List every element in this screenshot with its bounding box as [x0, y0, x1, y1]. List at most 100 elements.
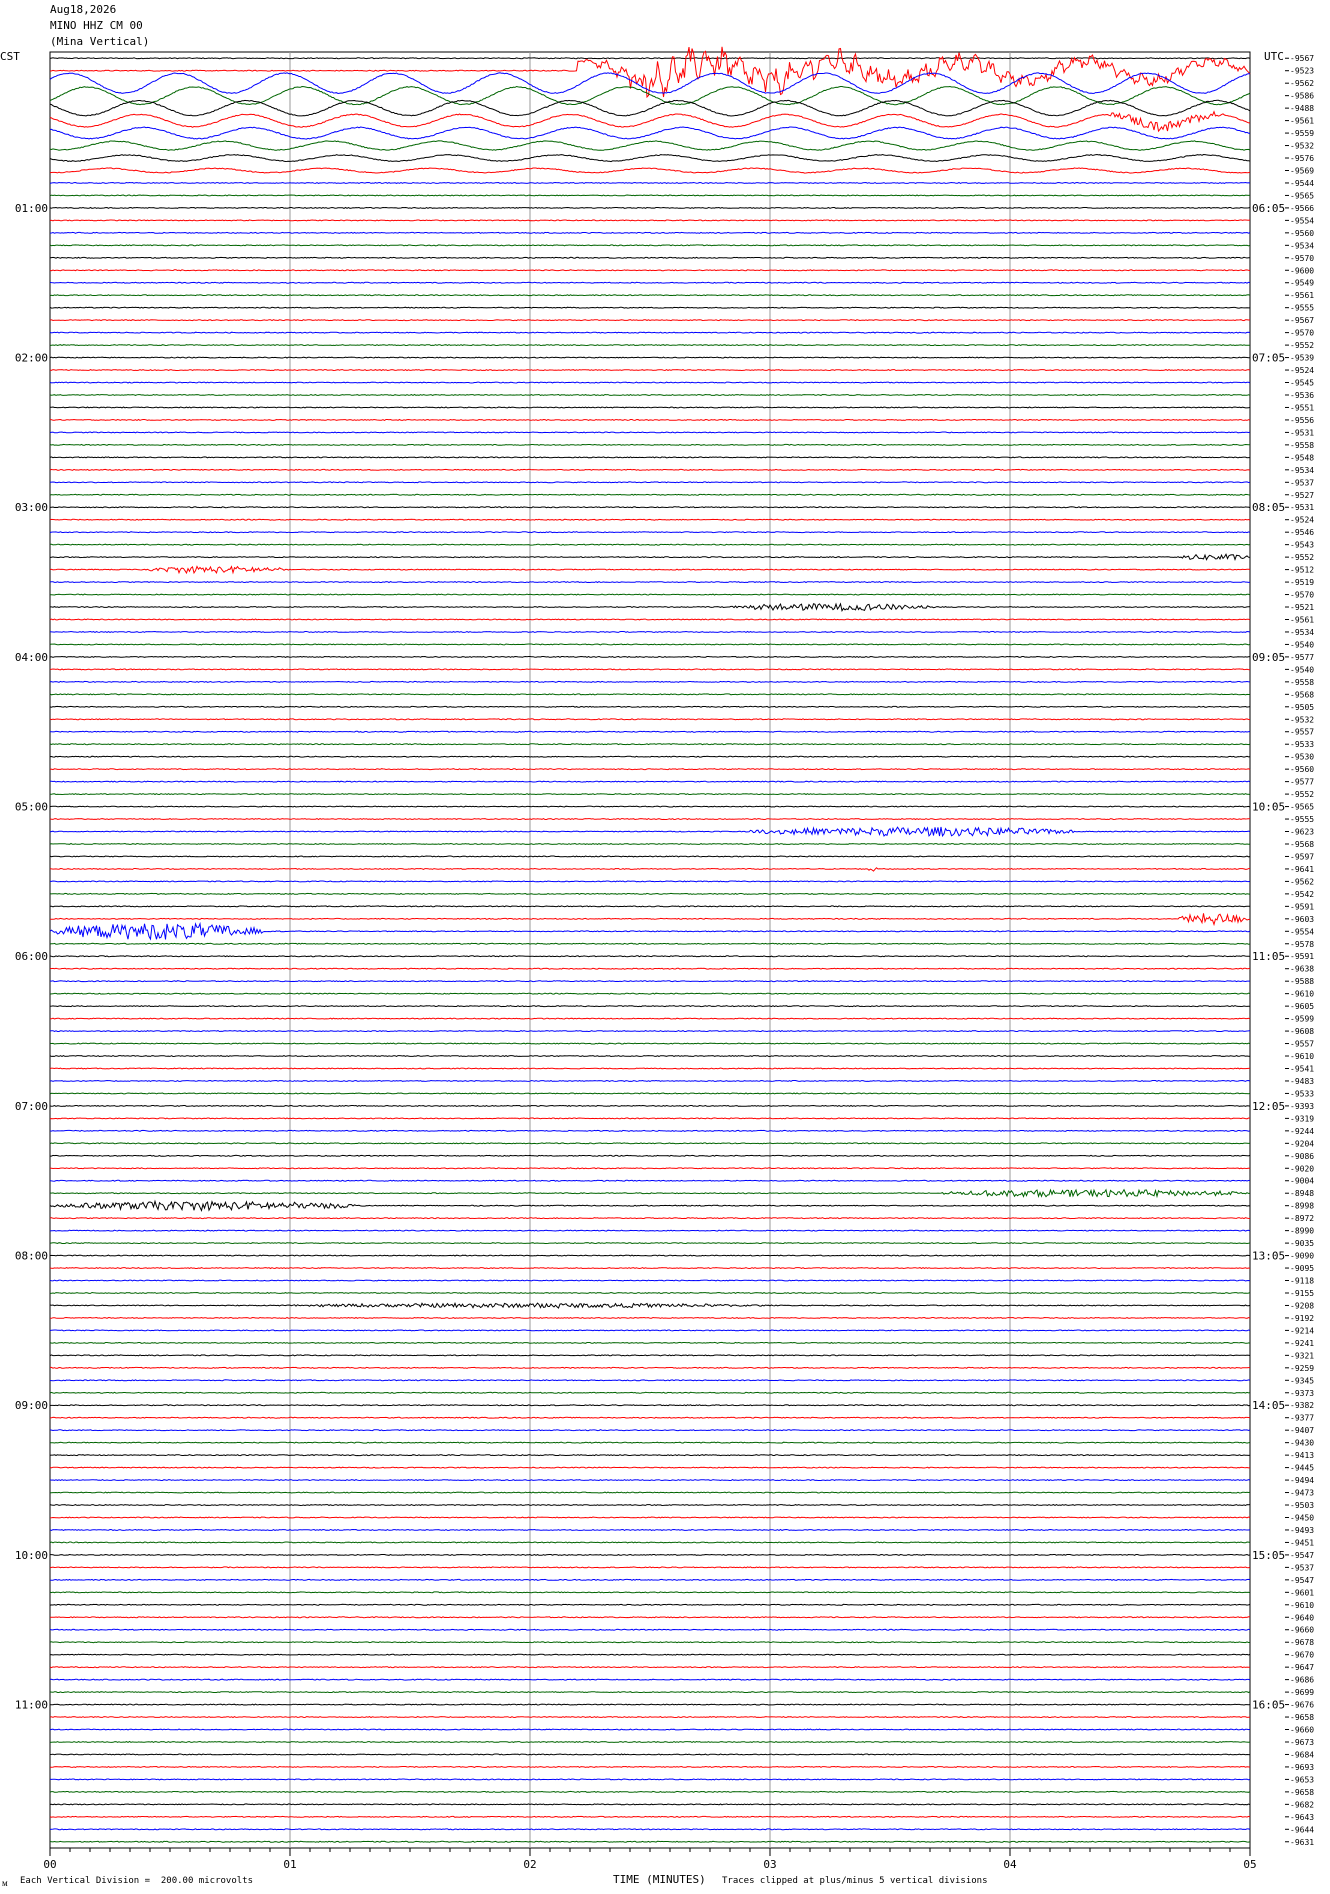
trace-value-label: -9558	[1290, 678, 1314, 687]
trace-value-label: -9545	[1290, 379, 1314, 388]
trace-line	[49, 369, 1251, 372]
trace-value-label: -9118	[1290, 1277, 1314, 1286]
trace-value-label: -9090	[1290, 1252, 1314, 1261]
trace-line	[49, 1454, 1251, 1457]
trace-value-label: -9505	[1290, 703, 1314, 712]
trace-line	[49, 655, 1251, 658]
left-hour-label: 04:00	[15, 651, 48, 664]
trace-value-label: -8990	[1290, 1227, 1314, 1236]
trace-line	[50, 1765, 1251, 1768]
trace-value-label: -9578	[1290, 940, 1314, 949]
trace-value-label: -9684	[1290, 1750, 1314, 1759]
trace-line	[49, 1117, 1251, 1120]
trace-value-label: -9533	[1290, 740, 1314, 749]
right-hour-label: 06:05	[1252, 202, 1285, 215]
trace-line	[49, 693, 1250, 696]
trace-line	[49, 1055, 1250, 1058]
trace-line	[49, 618, 1251, 621]
trace-value-label: -9531	[1290, 428, 1314, 437]
trace-line	[49, 805, 1251, 808]
trace-value-label: -9608	[1290, 1027, 1314, 1036]
trace-line	[49, 1441, 1251, 1444]
trace-value-label: -9556	[1290, 416, 1314, 425]
trace-value-label: -9555	[1290, 304, 1314, 313]
trace-value-label: -9567	[1290, 54, 1314, 63]
trace-line	[49, 1504, 1251, 1507]
trace-line	[50, 880, 1251, 883]
trace-value-label: -9653	[1290, 1775, 1314, 1784]
trace-value-label: -9562	[1290, 877, 1314, 886]
trace-line	[49, 481, 1251, 484]
trace-line	[49, 269, 1251, 272]
trace-line	[49, 1603, 1251, 1606]
trace-value-label: -9552	[1290, 553, 1314, 562]
trace-line	[49, 1815, 1251, 1818]
trace-value-label: -9569	[1290, 166, 1314, 175]
trace-value-label: -9562	[1290, 79, 1314, 88]
trace-line	[49, 1067, 1251, 1070]
trace-line	[49, 281, 1251, 284]
trace-line	[49, 181, 1251, 184]
trace-line	[49, 1267, 1251, 1270]
trace-line	[49, 431, 1251, 434]
trace-line	[49, 531, 1251, 534]
trace-value-label: -9577	[1290, 778, 1314, 787]
trace-value-label: -9393	[1290, 1102, 1314, 1111]
x-tick-label: 02	[523, 1858, 536, 1871]
trace-value-label: -9551	[1290, 403, 1314, 412]
trace-line	[49, 167, 1251, 174]
trace-line	[49, 1229, 1251, 1232]
trace-value-label: -9600	[1290, 266, 1314, 275]
trace-line	[49, 1753, 1251, 1756]
trace-line	[49, 1790, 1251, 1793]
trace-line	[49, 1129, 1251, 1132]
trace-value-label: -9623	[1290, 828, 1314, 837]
helicorder-plot: -9567 -9523 -9562 -9586 -9488 -9561 -9559 -9532…	[15, 46, 1314, 1871]
trace-line	[49, 1254, 1251, 1257]
trace-line	[49, 643, 1251, 646]
trace-value-label: -9540	[1290, 640, 1314, 649]
trace-line	[50, 593, 1251, 596]
trace-line	[50, 1366, 1251, 1369]
trace-line	[49, 826, 1251, 838]
trace-line	[49, 1329, 1251, 1332]
trace-value-label: -9537	[1290, 1563, 1314, 1572]
trace-value-label: -9493	[1290, 1526, 1314, 1535]
trace-value-label: -9536	[1290, 391, 1314, 400]
trace-value-label: -9413	[1290, 1451, 1314, 1460]
trace-value-label: -9597	[1290, 852, 1314, 861]
trace-line	[49, 768, 1251, 771]
trace-value-label: -9086	[1290, 1152, 1314, 1161]
trace-value-label: -9532	[1290, 142, 1314, 151]
trace-value-label: -9192	[1290, 1314, 1314, 1323]
trace-value-label: -9670	[1290, 1651, 1314, 1660]
right-hour-label: 15:05	[1252, 1549, 1285, 1562]
trace-value-label: -9660	[1290, 1626, 1314, 1635]
trace-value-label: -9534	[1290, 466, 1314, 475]
trace-line	[49, 818, 1250, 821]
trace-value-label: -9542	[1290, 890, 1314, 899]
trace-line	[49, 705, 1251, 708]
trace-value-label: -9533	[1290, 1089, 1314, 1098]
trace-value-label: -9512	[1290, 566, 1314, 575]
trace-line	[49, 1217, 1251, 1220]
trace-line	[49, 1104, 1251, 1107]
left-hour-label: 08:00	[15, 1250, 48, 1263]
trace-value-label: -9546	[1290, 528, 1314, 537]
trace-value-label: -9647	[1290, 1663, 1314, 1672]
right-hour-label: 13:05	[1252, 1250, 1285, 1263]
trace-line	[49, 1566, 1251, 1569]
trace-line	[49, 331, 1251, 334]
trace-line	[49, 493, 1251, 496]
right-hour-label: 08:05	[1252, 501, 1285, 514]
trace-value-label: -9570	[1290, 329, 1314, 338]
trace-line	[49, 1728, 1251, 1731]
x-axis-title: TIME (MINUTES)	[613, 1873, 706, 1886]
left-hour-label: 11:00	[15, 1699, 48, 1712]
trace-value-label: -9660	[1290, 1726, 1314, 1735]
trace-line	[49, 1641, 1250, 1644]
trace-line	[49, 718, 1251, 721]
left-hour-label: 06:00	[15, 950, 48, 963]
trace-line	[49, 518, 1251, 521]
trace-line	[49, 967, 1251, 970]
